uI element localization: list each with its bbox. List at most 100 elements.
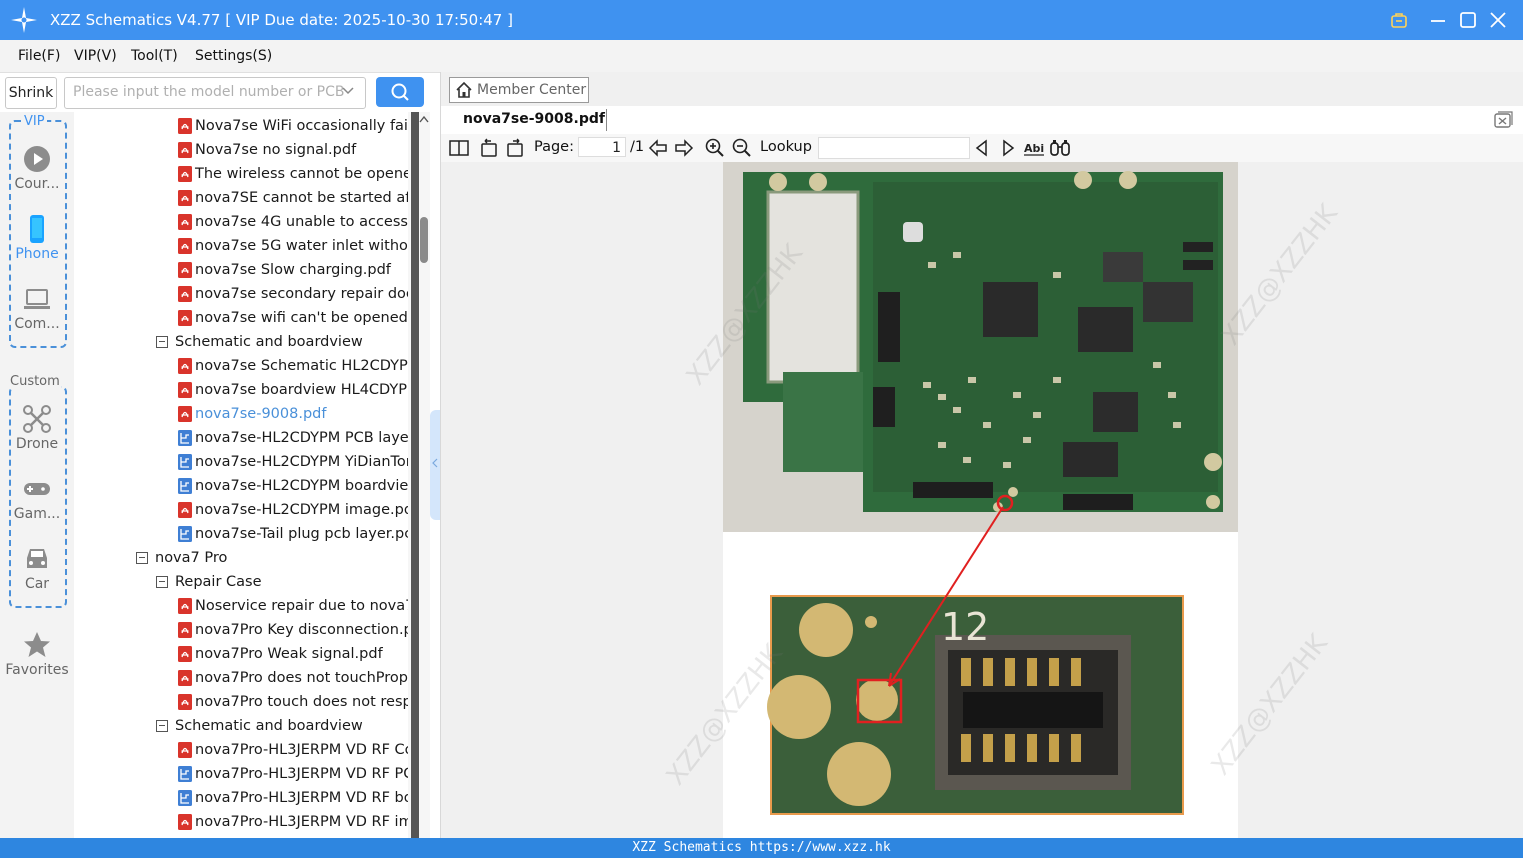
tree-file[interactable]: nova7Pro-HL3JERPM VD RF boa xyxy=(74,786,408,810)
page-label: Page: xyxy=(534,139,574,155)
category-car[interactable]: Car xyxy=(8,544,66,592)
match-case-icon[interactable]: Abi xyxy=(1023,137,1045,159)
title-bar: XZZ Schematics V4.77 [ VIP Due date: 202… xyxy=(0,0,1523,40)
category-favorites[interactable]: Favorites xyxy=(5,630,69,678)
member-center-button[interactable]: Member Center xyxy=(449,77,589,103)
tree-folder[interactable]: Schematic and boardview xyxy=(74,714,408,738)
tree-file[interactable]: nova7Pro-HL3JERPM VD RF Cor xyxy=(74,738,408,762)
collapse-panel-handle[interactable] xyxy=(430,410,440,520)
tree-file[interactable]: nova7se Schematic HL2CDYPM. xyxy=(74,354,408,378)
tree-item-label: nova7Pro-HL3JERPM VD RF boa xyxy=(195,790,408,806)
maximize-button[interactable] xyxy=(1456,8,1480,32)
custom-group-label: Custom xyxy=(9,374,61,389)
collapse-toggle-icon[interactable] xyxy=(156,720,168,732)
collapse-toggle-icon[interactable] xyxy=(156,336,168,348)
tree-file[interactable]: nova7se-Tail plug pcb layer.pcb xyxy=(74,522,408,546)
pdf-file-icon xyxy=(178,742,192,758)
minimize-button[interactable] xyxy=(1426,8,1450,32)
tree-file[interactable]: The wireless cannot be opened xyxy=(74,162,408,186)
tree-item-label: nova7se wifi can't be opened af xyxy=(195,310,408,326)
rotate-right-icon[interactable] xyxy=(504,137,526,159)
next-page-icon[interactable] xyxy=(673,137,695,159)
menu-tool[interactable]: Tool(T) xyxy=(131,48,178,64)
find-next-icon[interactable] xyxy=(997,137,1019,159)
tree-file[interactable]: nova7se-HL2CDYPM boardview xyxy=(74,474,408,498)
tree-item-label: nova7se-HL2CDYPM image.pdf xyxy=(195,502,408,518)
tree-item-label: The wireless cannot be opened xyxy=(195,166,408,182)
tree-file[interactable]: nova7Pro Weak signal.pdf xyxy=(74,642,408,666)
tree-item-label: nova7se Schematic HL2CDYPM. xyxy=(195,358,408,374)
tree-scrollbar[interactable] xyxy=(408,112,430,838)
tab-separator xyxy=(606,109,607,131)
tree-file[interactable]: nova7se-9008.pdf xyxy=(74,402,408,426)
tree-file[interactable]: nova7Pro touch does not respo xyxy=(74,690,408,714)
pdf-file-icon xyxy=(178,358,192,374)
category-phone[interactable]: Phone xyxy=(8,214,66,262)
menu-file[interactable]: File(F) xyxy=(18,48,60,64)
tree-file[interactable]: nova7SE cannot be started after xyxy=(74,186,408,210)
tree-item-label: nova7se secondary repair does xyxy=(195,286,408,302)
pcb-file-icon xyxy=(178,478,192,494)
pdf-file-icon xyxy=(178,214,192,230)
lookup-label: Lookup xyxy=(760,139,812,155)
tree-file[interactable]: nova7Pro Key disconnection.pd xyxy=(74,618,408,642)
pdf-file-icon xyxy=(178,622,192,638)
pcb-file-icon xyxy=(178,526,192,542)
collapse-toggle-icon[interactable] xyxy=(136,552,148,564)
tree-file[interactable]: nova7se 5G water inlet without xyxy=(74,234,408,258)
tree-file[interactable]: nova7se secondary repair does xyxy=(74,282,408,306)
previous-page-icon[interactable] xyxy=(647,137,669,159)
close-button[interactable] xyxy=(1486,8,1510,32)
search-input[interactable]: Please input the model number or PCB xyxy=(64,77,366,109)
tree-file[interactable]: Nova7se no signal.pdf xyxy=(74,138,408,162)
sidebar-toggle-icon[interactable] xyxy=(448,137,470,159)
home-icon xyxy=(456,81,472,98)
tree-file[interactable]: nova7se-HL2CDYPM image.pdf xyxy=(74,498,408,522)
tree-file[interactable]: nova7se wifi can't be opened af xyxy=(74,306,408,330)
pdf-file-icon xyxy=(178,142,192,158)
tree-file[interactable]: Nova7se WiFi occasionally fails xyxy=(74,114,408,138)
laptop-icon xyxy=(24,289,50,309)
search-button[interactable] xyxy=(376,77,424,107)
menu-settings[interactable]: Settings(S) xyxy=(195,48,272,64)
tree-item-label: nova7se-9008.pdf xyxy=(195,406,327,422)
binoculars-icon[interactable] xyxy=(1049,137,1071,159)
tree-folder[interactable]: Repair Case xyxy=(74,570,408,594)
tree-file[interactable]: nova7se 4G unable to access Int xyxy=(74,210,408,234)
category-courses[interactable]: Cour... xyxy=(8,144,66,192)
scroll-up-icon[interactable] xyxy=(419,115,429,123)
lookup-input[interactable] xyxy=(818,137,970,159)
tree-folder[interactable]: Schematic and boardview xyxy=(74,330,408,354)
pdf-file-icon xyxy=(178,814,192,830)
zoom-out-icon[interactable] xyxy=(731,137,753,159)
tree-file[interactable]: nova7se-HL2CDYPM PCB layer.p xyxy=(74,426,408,450)
tree-file[interactable]: Noservice repair due to nova7P xyxy=(74,594,408,618)
tree-folder[interactable]: nova7 Pro xyxy=(74,546,408,570)
category-drone[interactable]: Drone xyxy=(8,404,66,452)
pdf-file-icon xyxy=(178,166,192,182)
category-computer[interactable]: Com... xyxy=(8,284,66,332)
menu-vip[interactable]: VIP(V) xyxy=(74,48,117,64)
car-icon xyxy=(27,549,47,568)
find-previous-icon[interactable] xyxy=(971,137,993,159)
rotate-left-icon[interactable] xyxy=(478,137,500,159)
page-number-input[interactable]: 1 xyxy=(578,137,626,157)
zoom-in-icon[interactable] xyxy=(704,137,726,159)
tree-item-label: nova7se-HL2CDYPM PCB layer.p xyxy=(195,430,408,446)
phone-icon xyxy=(30,215,44,243)
tree-file[interactable]: nova7se-HL2CDYPM YiDianTon xyxy=(74,450,408,474)
vip-bag-icon[interactable] xyxy=(1387,8,1411,32)
collapse-toggle-icon[interactable] xyxy=(156,576,168,588)
tree-file[interactable]: nova7se boardview HL4CDYPM xyxy=(74,378,408,402)
vip-group-label: VIP xyxy=(22,114,47,129)
tree-file[interactable]: nova7Pro does not touchPrope xyxy=(74,666,408,690)
close-tab-icon[interactable] xyxy=(1493,110,1513,130)
tree-file[interactable]: nova7Pro-HL3JERPM VD RF ima xyxy=(74,810,408,834)
tree-file[interactable]: nova7Pro-HL3JERPM VD RF PCI xyxy=(74,762,408,786)
shrink-button[interactable]: Shrink xyxy=(5,77,57,109)
chevron-down-icon[interactable] xyxy=(341,84,355,98)
tab-document[interactable]: nova7se-9008.pdf xyxy=(463,111,605,127)
category-game[interactable]: Gam... xyxy=(8,474,66,522)
scroll-thumb[interactable] xyxy=(420,217,428,263)
tree-file[interactable]: nova7se Slow charging.pdf xyxy=(74,258,408,282)
